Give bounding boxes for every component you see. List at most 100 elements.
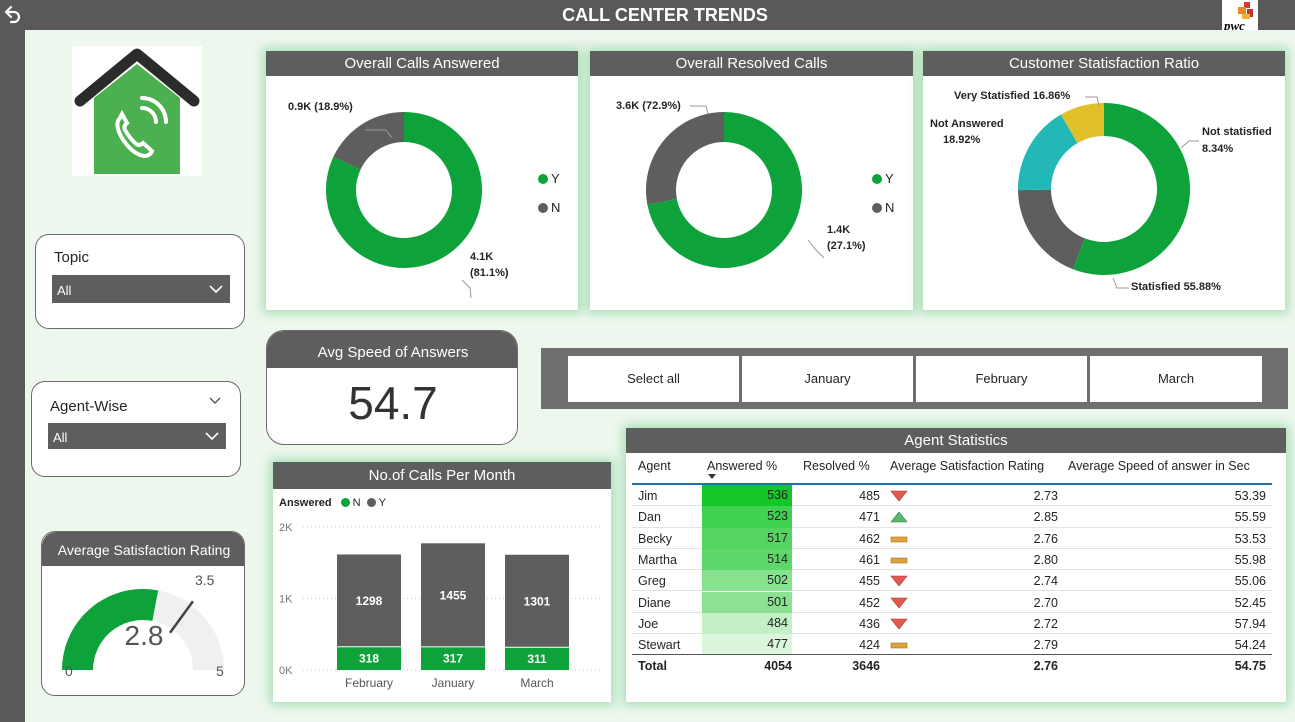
x-tick-label: February <box>345 676 393 690</box>
legend-item-y: Y <box>872 171 894 186</box>
cell-rating: 2.70 <box>1033 595 1058 610</box>
table-row[interactable]: Greg 502 455 2.74 55.06 <box>632 570 1272 592</box>
cell-resolved: 461 <box>859 552 880 567</box>
cell-speed: 57.94 <box>1234 616 1266 631</box>
cell-answered: 477 <box>702 634 792 656</box>
agent-filter-card: Agent-Wise All <box>31 381 241 477</box>
back-arrow-icon[interactable] <box>0 3 24 27</box>
month-select-all[interactable]: Select all <box>568 356 739 402</box>
table-row[interactable]: Becky 517 462 2.76 53.53 <box>632 527 1272 549</box>
legend-label: Y <box>551 171 560 186</box>
col-rating[interactable]: Average Satisfaction Rating <box>890 459 1044 473</box>
table-row[interactable]: Jim 536 485 2.73 53.39 <box>632 485 1272 507</box>
total-resolved: 3646 <box>852 659 880 673</box>
table-row[interactable]: Joe 484 436 2.72 57.94 <box>632 612 1272 635</box>
gauge-value: 2.8 <box>124 620 164 651</box>
month-february[interactable]: February <box>916 356 1087 402</box>
data-label: 317 <box>443 652 463 666</box>
cell-answered: 523 <box>702 506 792 528</box>
legend-dot-icon <box>538 174 548 184</box>
very-satisfied-label: Very Statisfied 16.86% <box>954 90 1071 102</box>
col-answered[interactable]: Answered % <box>707 459 777 473</box>
not-answered-label: Not Answered <box>930 118 1004 130</box>
col-speed[interactable]: Average Speed of answer in Sec <box>1068 459 1250 473</box>
not-satisfied-pct: 8.34% <box>1202 143 1234 155</box>
data-label: 1301 <box>524 594 551 608</box>
total-answered: 4054 <box>764 659 792 673</box>
legend-dot-icon <box>872 203 882 213</box>
table-row[interactable]: Dan 523 471 2.85 55.59 <box>632 506 1272 528</box>
cell-rating: 2.80 <box>1033 552 1058 567</box>
legend-dot-icon <box>366 498 376 507</box>
avg-speed-value: 54.7 <box>348 377 438 429</box>
overall-answered-card: Overall Calls Answered 0.9K (18.9%) 4.1K… <box>266 51 578 310</box>
cell-answered: 536 <box>702 485 792 507</box>
resolved-y-label: 3.6K (72.9%) <box>616 100 681 112</box>
legend-label: Y <box>378 497 386 509</box>
slice-n[interactable] <box>646 112 724 205</box>
col-resolved[interactable]: Resolved % <box>803 459 870 473</box>
month-january[interactable]: January <box>742 356 913 402</box>
satisfaction-donut <box>1018 96 1199 289</box>
left-sidebar <box>0 30 25 722</box>
gauge-target-label: 3.5 <box>195 572 215 588</box>
cell-answered: 514 <box>702 548 792 571</box>
legend-label: Y <box>885 171 894 186</box>
col-agent[interactable]: Agent <box>638 459 671 473</box>
cell-rating: 2.76 <box>1033 531 1058 546</box>
cell-answered: 501 <box>702 591 792 613</box>
cell-agent: Greg <box>638 574 666 589</box>
cell-speed: 52.45 <box>1234 595 1266 610</box>
table-row[interactable]: Diane 501 452 2.70 52.45 <box>632 591 1272 613</box>
avg-speed-card: Avg Speed of Answers 54.7 <box>266 330 518 445</box>
data-label: 1298 <box>356 594 383 608</box>
cell-resolved: 485 <box>859 489 880 503</box>
cell-rating: 2.85 <box>1033 510 1058 525</box>
resolved-n-label-pct: (27.1%) <box>827 240 866 252</box>
answered-y-label-pct: (81.1%) <box>470 267 509 279</box>
avg-rating-title: Average Satisfaction Rating <box>42 532 244 566</box>
legend-item-n: N <box>872 200 894 215</box>
cell-agent: Becky <box>638 531 673 546</box>
slice-n[interactable] <box>333 112 404 170</box>
page-title: CALL CENTER TRENDS <box>562 5 768 25</box>
agent-stats-card: Agent Statistics Agent Answered % Resolv… <box>626 428 1286 702</box>
gauge-max: 5 <box>216 663 224 679</box>
cell-speed: 55.98 <box>1234 552 1266 567</box>
legend-item-n: N <box>538 200 560 215</box>
cell-rating: 2.72 <box>1033 616 1058 631</box>
cell-agent: Jim <box>638 489 658 503</box>
table-row[interactable]: Stewart 477 424 2.79 54.24 <box>632 634 1272 656</box>
cell-rating: 2.74 <box>1033 574 1058 589</box>
cell-speed: 54.24 <box>1234 638 1266 653</box>
total-label: Total <box>638 659 667 673</box>
table-row[interactable]: Martha 514 461 2.80 55.98 <box>632 548 1272 571</box>
legend-dot-icon <box>872 174 882 184</box>
total-row: Total 4054 3646 2.76 54.75 <box>632 655 1272 677</box>
cell-speed: 55.06 <box>1234 574 1266 589</box>
legend-title: Answered <box>279 497 332 509</box>
month-march[interactable]: March <box>1090 356 1262 402</box>
overall-resolved-title: Overall Resolved Calls <box>590 51 913 76</box>
slice-not-answered[interactable] <box>1018 189 1085 270</box>
month-slicer: Select all January February March <box>541 348 1288 409</box>
chevron-down-icon <box>205 432 219 441</box>
cell-agent: Diane <box>638 595 671 610</box>
topic-dropdown[interactable]: All <box>52 275 230 303</box>
calls-legend: Answered N Y <box>279 497 386 509</box>
data-label: 1455 <box>440 588 467 602</box>
cell-speed: 55.59 <box>1234 510 1266 525</box>
overall-resolved-card: Overall Resolved Calls 3.6K (72.9%) 1.4K… <box>590 51 913 310</box>
agent-dropdown[interactable]: All <box>48 423 226 449</box>
chevron-down-icon <box>209 285 223 294</box>
sort-descending-icon <box>708 474 716 479</box>
total-speed: 54.75 <box>1234 659 1266 673</box>
calls-bar-chart: 0K 1K 2K 318 1298 February 317 1455 January 311 13… <box>279 522 603 690</box>
resolved-n-label: 1.4K <box>827 224 851 236</box>
satisfaction-ratio-card: Customer Statisfaction Ratio Very Statis… <box>923 51 1285 310</box>
x-tick-label: January <box>432 676 475 690</box>
chevron-down-icon[interactable] <box>208 396 222 406</box>
cell-speed: 53.53 <box>1234 531 1266 546</box>
legend-dot-icon <box>340 498 350 507</box>
y-tick-label: 1K <box>279 594 293 606</box>
